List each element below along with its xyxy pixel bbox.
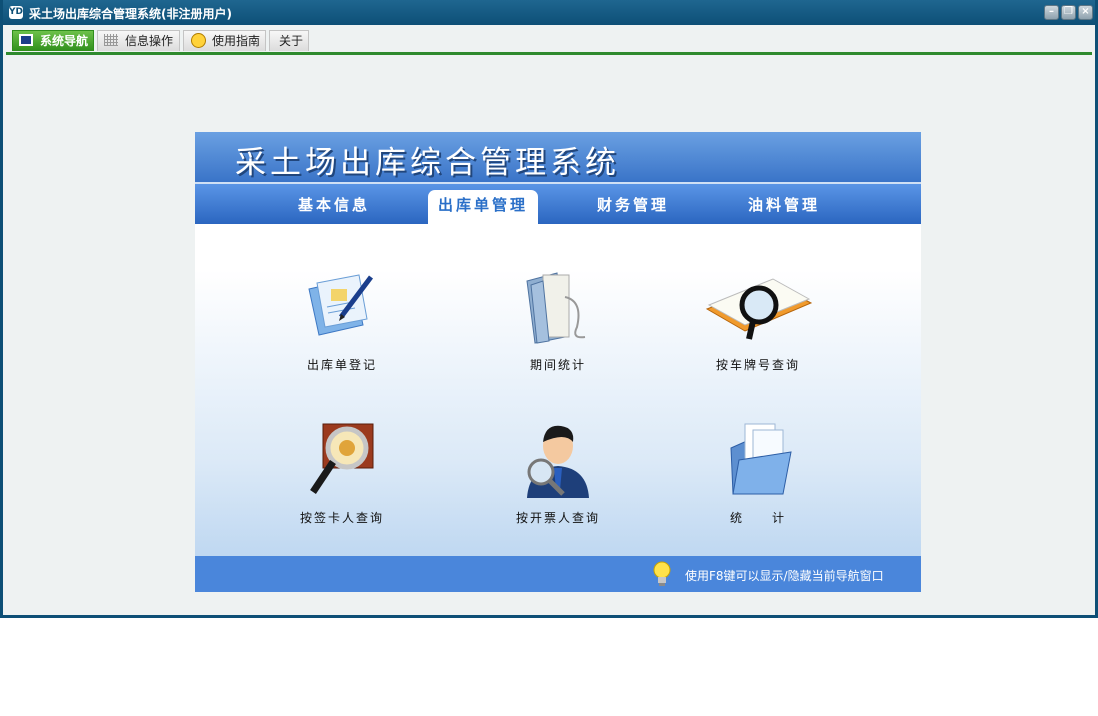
tab-bar: 系统导航 信息操作 使用指南 关于 [6,25,1092,55]
func-label: 按车牌号查询 [715,358,800,372]
title-bar[interactable]: YD 采土场出库综合管理系统(非注册用户) – ❐ × [3,0,1095,25]
smiley-icon [191,33,206,48]
main-window: YD 采土场出库综合管理系统(非注册用户) – ❐ × 系统导航 信息操作 使用… [0,0,1098,618]
grid-icon [104,34,118,46]
register-document-icon [297,267,387,347]
func-plate-query[interactable]: 按车牌号查询 [683,267,833,373]
nav-tab-fuel[interactable]: 油料管理 [748,194,820,215]
func-statistics[interactable]: 统 计 [683,420,833,526]
func-signer-query[interactable]: 按签卡人查询 [267,420,417,526]
tab-system-nav[interactable]: 系统导航 [12,30,94,51]
tab-info-ops[interactable]: 信息操作 [97,30,180,51]
func-issuer-query[interactable]: 按开票人查询 [483,420,633,526]
magnifier-icon [297,420,387,500]
func-label: 统 计 [729,511,786,525]
nav-footer: 使用F8键可以显示/隐藏当前导航窗口 [195,556,921,592]
app-icon: YD [9,6,23,19]
tab-user-guide[interactable]: 使用指南 [183,30,266,51]
restore-button[interactable]: ❐ [1061,5,1076,20]
folder-documents-icon [713,420,803,500]
window-title: 采土场出库综合管理系统(非注册用户) [29,7,232,21]
nav-tab-finance[interactable]: 财务管理 [597,194,669,215]
book-magnifier-icon [705,267,813,347]
tab-about[interactable]: 关于 [269,30,309,51]
nav-tabstrip: 基本信息 出库单管理 财务管理 油料管理 [195,182,921,226]
func-label: 按开票人查询 [515,511,600,525]
footer-tip: 使用F8键可以显示/隐藏当前导航窗口 [685,569,884,583]
nav-tab-outbound-orders[interactable]: 出库单管理 [428,190,539,226]
nav-header: 采土场出库综合管理系统 [195,132,921,182]
minimize-button[interactable]: – [1044,5,1059,20]
person-search-icon [513,420,603,500]
func-period-stats[interactable]: 期间统计 [483,267,633,373]
lightbulb-icon [651,560,673,588]
func-label: 期间统计 [529,358,586,372]
nav-tab-basic-info[interactable]: 基本信息 [298,194,370,215]
nav-title: 采土场出库综合管理系统 [235,145,620,181]
navigation-panel: 采土场出库综合管理系统 基本信息 出库单管理 财务管理 油料管理 出库单登记 期… [195,132,921,592]
func-label: 出库单登记 [306,358,377,372]
func-outbound-register[interactable]: 出库单登记 [267,267,417,373]
close-button[interactable]: × [1078,5,1093,20]
monitor-icon [19,34,33,46]
func-label: 按签卡人查询 [299,511,384,525]
folder-scroll-icon [513,267,603,347]
